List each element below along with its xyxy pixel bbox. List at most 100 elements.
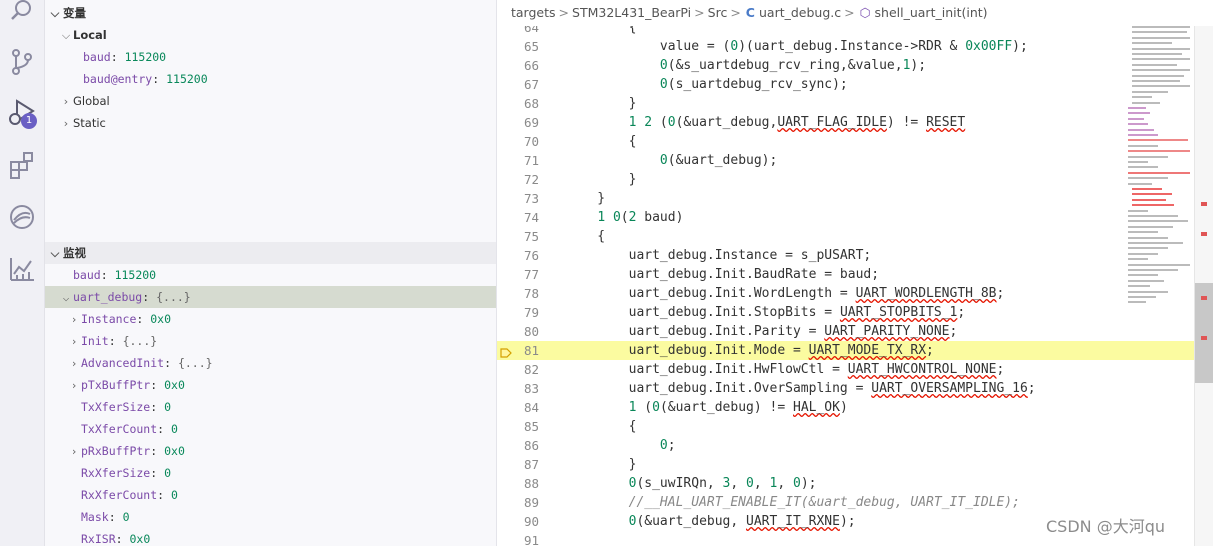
variable-row-baud[interactable]: baud: 115200 xyxy=(45,46,496,68)
variables-static-scope[interactable]: › Static xyxy=(45,112,496,134)
code-line[interactable]: 66 0(&s_uartdebug_rcv_ring,&value,1); xyxy=(497,56,1213,75)
minimap-line xyxy=(1128,253,1158,255)
line-number[interactable]: 87 xyxy=(497,455,539,474)
code-line[interactable]: 67 0(s_uartdebug_rcv_sync); xyxy=(497,75,1213,94)
watch-row-prxbuffptr[interactable]: › pRxBuffPtr: 0x0 xyxy=(45,440,496,462)
current-line-arrow-icon xyxy=(500,344,512,356)
line-number[interactable]: 68 xyxy=(497,94,539,113)
chevron-right-icon[interactable]: › xyxy=(67,375,81,397)
watch-name: Instance xyxy=(81,312,136,326)
code-line[interactable]: 77 uart_debug.Init.BaudRate = baud; xyxy=(497,265,1213,284)
code-line[interactable]: 72 } xyxy=(497,170,1213,189)
line-number[interactable]: 77 xyxy=(497,265,539,284)
code-line[interactable]: 83 uart_debug.Init.OverSampling = UART_O… xyxy=(497,379,1213,398)
code-line[interactable]: 70 { xyxy=(497,132,1213,151)
code-line[interactable]: 82 uart_debug.Init.HwFlowCtl = UART_HWCO… xyxy=(497,360,1213,379)
code-line[interactable]: 69 1 2 (0(&uart_debug,UART_FLAG_IDLE)… xyxy=(497,113,1213,132)
watch-row-instance[interactable]: › Instance: 0x0 xyxy=(45,308,496,330)
minimap[interactable] xyxy=(1124,26,1194,326)
code-text: 0(&uart_debug, UART_IT_RXNE); xyxy=(566,512,1117,531)
code-line[interactable]: 85 { xyxy=(497,417,1213,436)
watch-row-rxxfersize[interactable]: RxXferSize: 0 xyxy=(45,462,496,484)
code-line[interactable]: 68 } xyxy=(497,94,1213,113)
code-line[interactable]: 80 uart_debug.Init.Parity = UART_PARITY_… xyxy=(497,322,1213,341)
breadcrumb-file[interactable]: uart_debug.c xyxy=(759,5,841,20)
watch-row-uart_debug[interactable]: ⌵ uart_debug: {...} xyxy=(45,286,496,308)
extensions-icon[interactable] xyxy=(7,150,37,180)
code-line[interactable]: 81 uart_debug.Init.Mode = UART_MODE_TX_R… xyxy=(497,341,1213,360)
line-number[interactable]: 65 xyxy=(497,37,539,56)
chevron-right-icon[interactable]: › xyxy=(67,353,81,375)
watch-name: Init xyxy=(81,334,109,348)
chevron-right-icon[interactable]: › xyxy=(67,309,81,331)
minimap-line xyxy=(1128,166,1158,168)
variables-local-scope[interactable]: ⌵ Local xyxy=(45,24,496,46)
watch-row-ptxbuffptr[interactable]: › pTxBuffPtr: 0x0 xyxy=(45,374,496,396)
breadcrumb-function[interactable]: shell_uart_init(int) xyxy=(875,5,988,20)
code-line[interactable]: 89 //__HAL_UART_ENABLE_IT(&uart_debug, U… xyxy=(497,493,1213,512)
line-number[interactable]: 83 xyxy=(497,379,539,398)
minimap-line xyxy=(1132,80,1180,82)
source-control-icon[interactable] xyxy=(7,47,37,77)
chart-icon[interactable] xyxy=(7,254,37,284)
code-line[interactable]: 71 0(&uart_debug); xyxy=(497,151,1213,170)
variable-row-baud-entry[interactable]: baud@entry: 115200 xyxy=(45,68,496,90)
line-number[interactable]: 72 xyxy=(497,170,539,189)
code-line[interactable]: 73 } xyxy=(497,189,1213,208)
remote-icon[interactable] xyxy=(7,202,37,232)
search-icon[interactable] xyxy=(7,0,37,30)
code-text: } xyxy=(566,94,1117,113)
watch-row-rxisr[interactable]: RxISR: 0x0 xyxy=(45,528,496,546)
breadcrumb-targets[interactable]: targets xyxy=(511,5,556,20)
watch-row-txxfercount[interactable]: TxXferCount: 0 xyxy=(45,418,496,440)
line-number[interactable]: 82 xyxy=(497,360,539,379)
chevron-right-icon[interactable]: › xyxy=(67,331,81,353)
method-cube-icon: ⬡ xyxy=(860,5,871,20)
line-number[interactable]: 90 xyxy=(497,512,539,531)
breadcrumb-board[interactable]: STM32L431_BearPi xyxy=(572,5,691,20)
code-line[interactable]: 88 0(s_uwIRQn, 3, 0, 1, 0); xyxy=(497,474,1213,493)
watch-row-init[interactable]: › Init: {...} xyxy=(45,330,496,352)
line-number[interactable]: 76 xyxy=(497,246,539,265)
line-number[interactable]: 69 xyxy=(497,113,539,132)
line-number[interactable]: 84 xyxy=(497,398,539,417)
line-number[interactable]: 74 xyxy=(497,208,539,227)
line-number[interactable]: 70 xyxy=(497,132,539,151)
chevron-down-icon[interactable]: ⌵ xyxy=(59,287,73,309)
code-line[interactable]: 74 1 0(2 baud) xyxy=(497,208,1213,227)
code-line[interactable]: 76 uart_debug.Instance = s_pUSART; xyxy=(497,246,1213,265)
line-number[interactable]: 75 xyxy=(497,227,539,246)
watch-row-rxxfercount[interactable]: RxXferCount: 0 xyxy=(45,484,496,506)
line-number[interactable]: 71 xyxy=(497,151,539,170)
variables-global-scope[interactable]: › Global xyxy=(45,90,496,112)
code-line[interactable]: 79 uart_debug.Init.StopBits = UART_STOPB… xyxy=(497,303,1213,322)
minimap-line xyxy=(1128,274,1158,276)
line-number[interactable]: 88 xyxy=(497,474,539,493)
code-line[interactable]: 78 uart_debug.Init.WordLength = UART_WOR… xyxy=(497,284,1213,303)
line-number[interactable]: 78 xyxy=(497,284,539,303)
breadcrumb-src[interactable]: Src xyxy=(708,5,728,20)
chevron-right-icon[interactable]: › xyxy=(67,441,81,463)
watch-row-mask[interactable]: Mask: 0 xyxy=(45,506,496,528)
watch-row-baud[interactable]: baud: 115200 xyxy=(45,264,496,286)
code-line[interactable]: 65 value = (0)(uart_debug.Instance->RDR… xyxy=(497,37,1213,56)
variables-section-header[interactable]: ⌵ 变量 xyxy=(45,2,496,24)
minimap-line xyxy=(1128,220,1188,222)
line-number[interactable]: 85 xyxy=(497,417,539,436)
code-line[interactable]: 87 } xyxy=(497,455,1213,474)
line-number[interactable]: 80 xyxy=(497,322,539,341)
watch-row-advancedinit[interactable]: › AdvancedInit: {...} xyxy=(45,352,496,374)
line-number[interactable]: 67 xyxy=(497,75,539,94)
code-line[interactable]: 75 { xyxy=(497,227,1213,246)
watch-section-header[interactable]: ⌵ 监视 xyxy=(45,242,496,264)
watch-row-txxfersize[interactable]: TxXferSize: 0 xyxy=(45,396,496,418)
line-number[interactable]: 86 xyxy=(497,436,539,455)
code-text: } xyxy=(566,170,1117,189)
line-number[interactable]: 79 xyxy=(497,303,539,322)
line-number[interactable]: 91 xyxy=(497,531,539,546)
line-number[interactable]: 89 xyxy=(497,493,539,512)
code-line[interactable]: 86 0; xyxy=(497,436,1213,455)
line-number[interactable]: 73 xyxy=(497,189,539,208)
code-line[interactable]: 84 1 (0(&uart_debug) != HAL_OK) xyxy=(497,398,1213,417)
line-number[interactable]: 66 xyxy=(497,56,539,75)
